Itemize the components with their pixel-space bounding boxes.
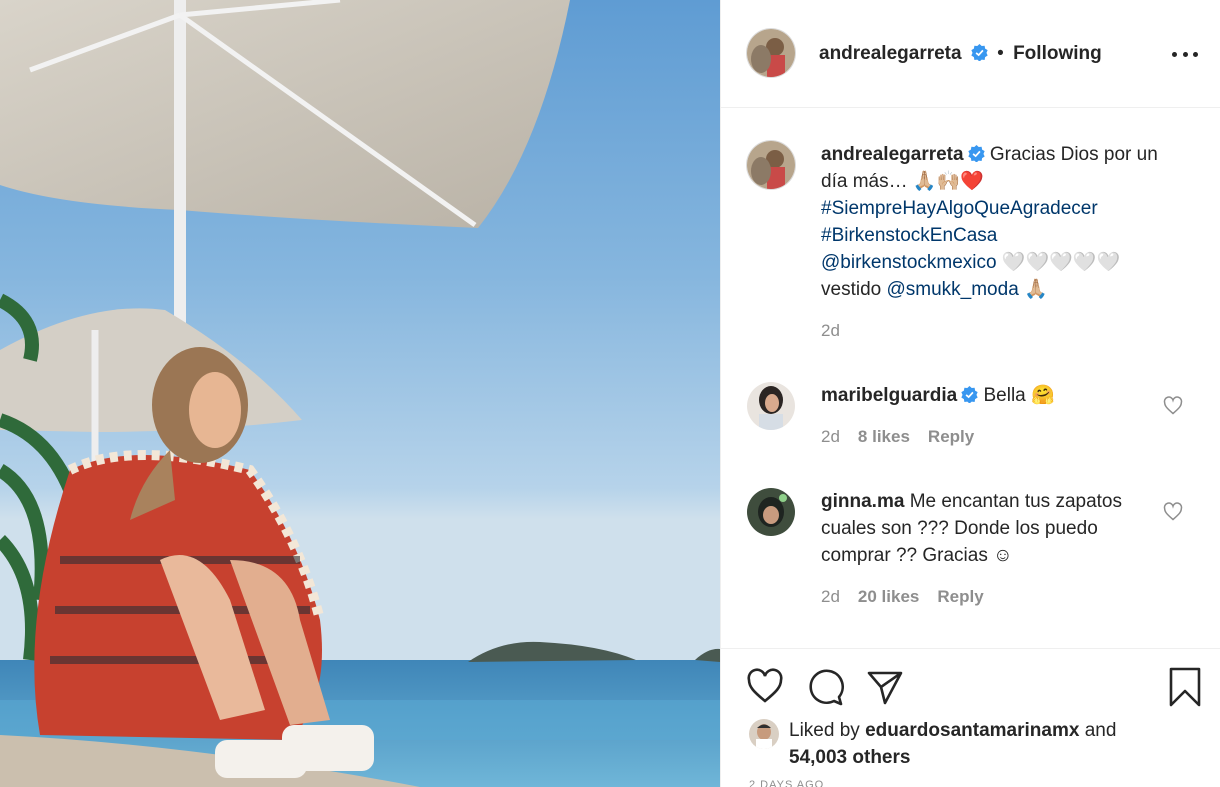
like-comment-heart-icon[interactable] xyxy=(1163,502,1183,522)
liked-by-prefix: Liked by xyxy=(789,720,860,741)
verified-badge-icon xyxy=(971,44,988,61)
verified-badge-icon xyxy=(967,145,985,162)
comment-text: Bella xyxy=(983,385,1026,406)
post-photo[interactable] xyxy=(0,0,720,787)
comment-username[interactable]: maribelguardia xyxy=(821,385,957,406)
header-author: andrealegarreta • Following xyxy=(819,43,1102,65)
hashtag-link[interactable]: #BirkenstockEnCasa xyxy=(821,225,997,246)
caption-emoji: 🙏🏼 xyxy=(1024,279,1048,300)
header-separator: • xyxy=(997,43,1004,64)
post-actions: Liked by eduardosantamarinamx and 54,003… xyxy=(721,648,1220,787)
comment-likes[interactable]: 20 likes xyxy=(858,587,919,606)
liked-by-and: and xyxy=(1084,720,1117,741)
comment-emoji: 🤗 xyxy=(1031,385,1055,406)
likes-count[interactable]: 54,003 others xyxy=(789,747,910,768)
caption-emoji: 🙏🏼🙌🏼❤️ xyxy=(912,171,984,192)
comment-username[interactable]: ginna.ma xyxy=(821,491,904,512)
caption-avatar[interactable] xyxy=(747,141,795,189)
post-header: andrealegarreta • Following xyxy=(721,0,1220,108)
author-avatar[interactable] xyxy=(747,29,795,77)
reply-button[interactable]: Reply xyxy=(928,427,974,446)
liker-username[interactable]: eduardosantamarinamx xyxy=(865,720,1079,741)
save-bookmark-icon[interactable] xyxy=(1165,667,1205,707)
commenter-avatar[interactable] xyxy=(747,488,795,536)
caption-username[interactable]: andrealegarreta xyxy=(821,144,964,165)
verified-badge-icon xyxy=(961,386,978,403)
share-paper-plane-icon[interactable] xyxy=(865,667,905,707)
like-heart-icon[interactable] xyxy=(745,667,785,707)
hashtag-link[interactable]: #SiempreHayAlgoQueAgradecer xyxy=(821,198,1098,219)
more-options-icon[interactable] xyxy=(1172,44,1198,64)
post-date: 2 DAYS AGO xyxy=(749,779,825,787)
caption-text: vestido xyxy=(821,279,882,300)
comment-body: maribelguardia Bella 🤗 2d 8 likes Reply xyxy=(821,382,1161,450)
comment-body: ginna.ma Me encantan tus zapatos cuales … xyxy=(821,488,1161,610)
comment-time[interactable]: 2d xyxy=(821,587,840,606)
comments-list: andrealegarreta Gracias Dios por un día … xyxy=(721,108,1220,648)
photo-illustration xyxy=(0,0,720,787)
comment-bubble-icon[interactable] xyxy=(805,667,845,707)
following-button[interactable]: Following xyxy=(1013,43,1102,64)
caption-time[interactable]: 2d xyxy=(821,321,840,340)
reply-button[interactable]: Reply xyxy=(937,587,983,606)
comment-time[interactable]: 2d xyxy=(821,427,840,446)
caption-body: andrealegarreta Gracias Dios por un día … xyxy=(821,141,1161,344)
post-details-panel: andrealegarreta • Following andrealegarr… xyxy=(720,0,1220,787)
commenter-avatar[interactable] xyxy=(747,382,795,430)
caption-emoji: 🤍🤍🤍🤍🤍 xyxy=(1001,252,1121,273)
mention-link[interactable]: @smukk_moda xyxy=(886,279,1018,300)
liker-avatar[interactable] xyxy=(749,719,779,749)
author-username[interactable]: andrealegarreta xyxy=(819,43,962,64)
like-comment-heart-icon[interactable] xyxy=(1163,396,1183,416)
mention-link[interactable]: @birkenstockmexico xyxy=(821,252,997,273)
comment-likes[interactable]: 8 likes xyxy=(858,427,910,446)
